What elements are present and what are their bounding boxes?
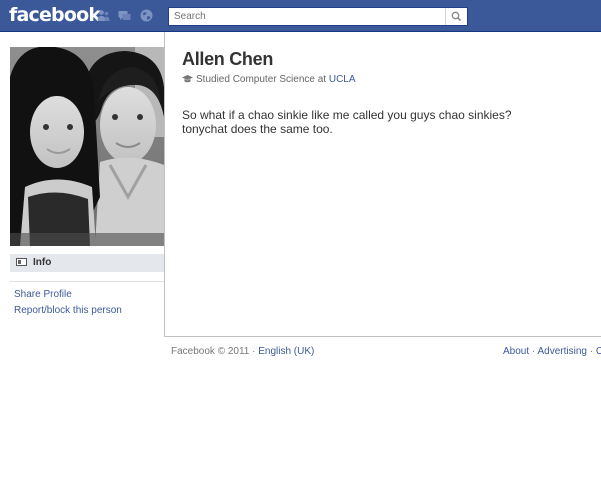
copyright-text: Facebook © 2011 · bbox=[171, 346, 259, 357]
footer-separator: · bbox=[586, 346, 596, 357]
advertising-link[interactable]: Advertising bbox=[537, 346, 586, 357]
search-icon bbox=[451, 11, 462, 22]
post-line: So what if a chao sinkie like me called … bbox=[182, 108, 512, 122]
create-page-link[interactable]: Cr bbox=[596, 346, 601, 357]
school-link[interactable]: UCLA bbox=[329, 74, 356, 85]
info-label: Info bbox=[33, 257, 52, 268]
info-tab[interactable]: Info bbox=[10, 254, 164, 272]
messages-icon[interactable] bbox=[118, 9, 131, 22]
profile-name[interactable]: Allen Chen bbox=[182, 49, 273, 70]
search-box bbox=[168, 7, 468, 26]
facebook-logo[interactable]: facebook bbox=[9, 4, 101, 26]
footer-right: About · Advertising · Cr bbox=[503, 346, 601, 357]
footer-left: Facebook © 2011 · English (UK) bbox=[171, 346, 314, 357]
post-line: tonychat does the same too. bbox=[182, 122, 333, 136]
education-text: Studied Computer Science at bbox=[196, 74, 329, 85]
report-block-link[interactable]: Report/block this person bbox=[14, 305, 122, 316]
education-line: Studied Computer Science at UCLA bbox=[182, 74, 356, 85]
info-icon bbox=[16, 258, 27, 266]
about-link[interactable]: About bbox=[503, 346, 529, 357]
notifications-icon[interactable] bbox=[140, 9, 153, 22]
friend-requests-icon[interactable] bbox=[97, 9, 110, 22]
search-input[interactable] bbox=[169, 8, 445, 25]
profile-post: So what if a chao sinkie like me called … bbox=[182, 108, 512, 136]
graduation-cap-icon bbox=[182, 75, 193, 83]
profile-photo[interactable] bbox=[10, 47, 164, 246]
profile-content: Allen Chen Studied Computer Science at U… bbox=[164, 32, 601, 337]
search-button[interactable] bbox=[445, 8, 467, 25]
top-bar: facebook bbox=[0, 0, 601, 32]
sidebar-divider bbox=[10, 281, 164, 282]
share-profile-link[interactable]: Share Profile bbox=[14, 289, 72, 300]
language-link[interactable]: English (UK) bbox=[258, 346, 314, 357]
